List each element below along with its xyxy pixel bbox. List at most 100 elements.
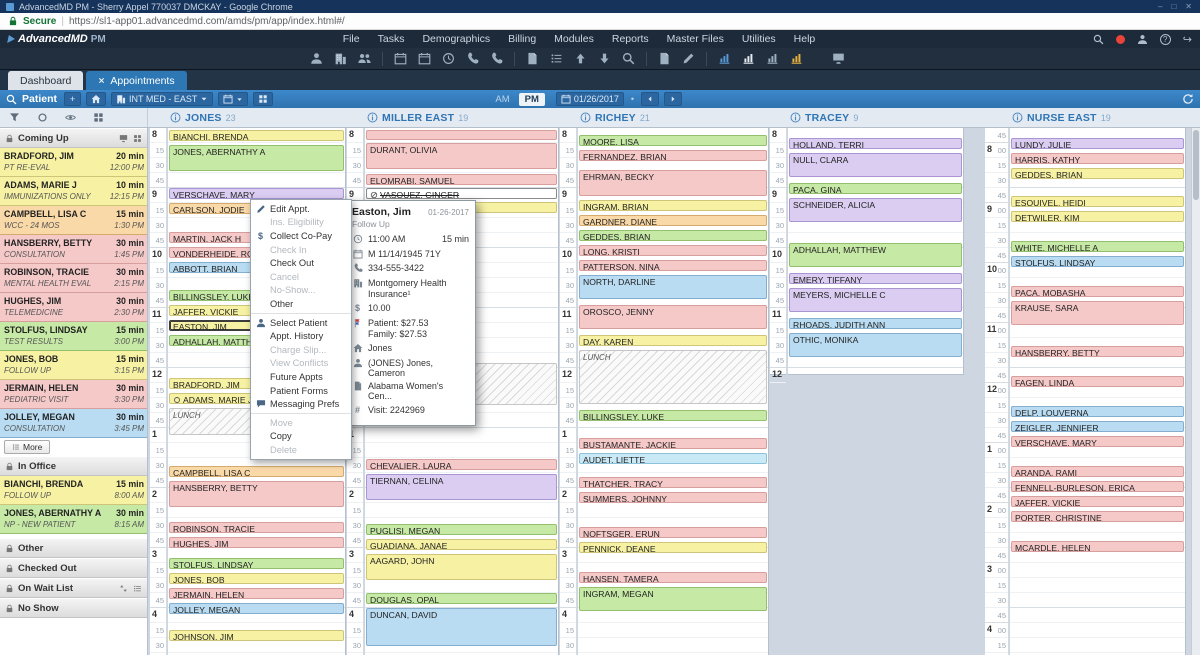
window-close-button[interactable]: ✕ [1185,2,1192,11]
context-menu-select-patient[interactable]: Select Patient [251,316,351,330]
context-menu-charge-slip[interactable]: Charge Slip... [251,343,351,357]
appointment-block[interactable]: STOLFUS, LINDSAY [1011,256,1184,267]
appointment-block[interactable]: HUGHES, JIM [169,537,344,548]
appointment-block[interactable]: JOLLEY, MEGAN [169,603,344,614]
toolbar-day-calendar-icon[interactable] [418,52,431,65]
appointment-block[interactable]: AUDET, LIETTE [579,453,767,464]
sidebar-appointment[interactable]: JOLLEY, MEGAN30 minCONSULTATION3:45 PM [0,409,147,438]
sidebar-appointment[interactable]: CAMPBELL, LISA C15 minWCC - 24 MOS1:30 P… [0,206,147,235]
sidebar-appointment[interactable]: HANSBERRY, BETTY30 minCONSULTATION1:45 P… [0,235,147,264]
window-maximize-button[interactable]: □ [1171,2,1176,11]
logout-icon[interactable]: ↪ [1183,33,1192,46]
appointment-block[interactable]: CHEVALIER, LAURA [366,459,557,470]
appointment-block[interactable]: PATTERSON, NINA [579,260,767,271]
context-menu-no-show[interactable]: No-Show... [251,284,351,298]
notification-badge-icon[interactable] [1116,35,1125,44]
appointment-block[interactable]: VERSCHAVE, MARY [1011,436,1184,447]
appointment-block[interactable]: FERNANDEZ, BRIAN [579,150,767,161]
patient-search-icon[interactable] [6,94,17,105]
appointment-block[interactable]: PACA, GINA [789,183,962,194]
sidebar-section-on-wait-list[interactable]: On Wait List [0,578,147,598]
view-options-button[interactable] [218,92,248,106]
appointment-block[interactable]: INGRAM, MEGAN [579,587,767,611]
context-menu-appt-history[interactable]: Appt. History [251,329,351,343]
vertical-scrollbar[interactable] [1191,128,1200,655]
menu-tasks[interactable]: Tasks [376,32,407,46]
pm-toggle[interactable]: PM [519,93,545,106]
toolbar-move-down-icon[interactable] [598,52,611,65]
appointment-block[interactable]: GUADIANA, JANAE [366,539,557,550]
refresh-button[interactable] [1182,93,1194,105]
user-icon[interactable] [1137,34,1148,45]
menu-utilities[interactable]: Utilities [740,32,778,46]
scrollbar-thumb[interactable] [1193,130,1199,200]
column-header-jones[interactable]: JONES23 [170,108,236,127]
appointment-block[interactable]: PUGLISI, MEGAN [366,524,557,535]
sidebar-appointment[interactable]: STOLFUS, LINDSAY15 minTEST RESULTS3:00 P… [0,322,147,351]
appointment-block[interactable]: LONG, KRISTI [579,245,767,256]
sidebar-section-checked-out[interactable]: Checked Out [0,558,147,578]
context-menu-messaging-prefs[interactable]: Messaging Prefs [251,397,351,411]
toolbar-superbill-icon[interactable] [526,52,539,65]
toolbar-patient-icon[interactable] [310,52,323,65]
appointment-block[interactable]: PACA, MOBASHA [1011,286,1184,297]
toolbar-reports-gray-icon[interactable] [766,52,779,65]
menu-modules[interactable]: Modules [552,32,596,46]
toolbar-patient-clock-icon[interactable] [442,52,455,65]
menu-master-files[interactable]: Master Files [665,32,726,46]
view-selector-dropdown[interactable]: INT MED - EAST [111,92,213,106]
appointment-block[interactable]: OTHIC, MONIKA [789,333,962,357]
appointment-block[interactable]: EHRMAN, BECKY [579,170,767,196]
column-header-richey[interactable]: RICHEY21 [580,108,650,127]
context-menu-future-appts[interactable]: Future Appts [251,370,351,384]
appointment-block[interactable]: PORTER, CHRISTINE [1011,511,1184,522]
appointment-block[interactable]: ROBINSON, TRACIE [169,522,344,533]
appointment-block[interactable]: AAGARD, JOHN [366,554,557,580]
appointment-block[interactable]: MOORE, LISA [579,135,767,146]
sidebar-appointment[interactable]: ADAMS, MARIE J10 minIMMUNIZATIONS ONLY12… [0,177,147,206]
toolbar-patient-phone-icon[interactable] [466,52,479,65]
am-toggle[interactable]: AM [491,93,513,106]
appointment-block[interactable]: HANSBERRY, BETTY [1011,346,1184,357]
context-menu-copy[interactable]: Copy [251,430,351,444]
appointment-block[interactable]: KRAUSE, SARA [1011,301,1184,325]
appointment-block[interactable]: NORTH, DARLINE [579,275,767,299]
appointment-block[interactable]: BILLINGSLEY, LUKE [579,410,767,421]
sidebar-section-other[interactable]: Other [0,538,147,558]
appointment-block[interactable]: ESQUIVEL, HEIDI [1011,196,1184,207]
appointment-block[interactable]: DURANT, OLIVIA [366,143,557,169]
appointment-block[interactable]: MEYERS, MICHELLE C [789,288,962,312]
toolbar-reports-gold-icon[interactable] [790,52,803,65]
appointment-block[interactable]: TIERNAN, CELINA [366,474,557,500]
tab-appointments[interactable]: Appointments [86,71,186,90]
context-menu-delete[interactable]: Delete [251,443,351,457]
appointment-block[interactable]: SCHNEIDER, ALICIA [789,198,962,222]
patient-search-label[interactable]: Patient [22,93,57,105]
appointment-block[interactable]: NOFTSGER, ERUN [579,527,767,538]
blocked-time-slot[interactable]: LUNCH [579,350,767,404]
sidebar-appointment[interactable]: JERMAIN, HELEN30 minPEDIATRIC VISIT3:30 … [0,380,147,409]
appointment-block[interactable]: GEDDES, BRIAN [579,230,767,241]
more-button[interactable]: More [4,440,50,454]
help-icon[interactable]: ? [1160,34,1171,45]
appointment-block[interactable]: JONES, BOB [169,573,344,584]
toolbar-reports-blue-icon[interactable] [718,52,731,65]
column-header-nurse-east[interactable]: NURSE EAST19 [1012,108,1111,127]
previous-day-button[interactable] [641,92,659,106]
appointment-block[interactable]: SUMMERS, JOHNNY [579,492,767,503]
appointment-block[interactable]: JAFFER, VICKIE [1011,496,1184,507]
appointment-block[interactable]: BIANCHI, BRENDA [169,130,344,141]
menu-file[interactable]: File [341,32,362,46]
menu-help[interactable]: Help [792,32,818,46]
appointment-block[interactable]: DELP, LOUVERNA [1011,406,1184,417]
sidebar-appointment[interactable]: ROBINSON, TRACIE30 minMENTAL HEALTH EVAL… [0,264,147,293]
appointment-block[interactable]: STOLFUS, LINDSAY [169,558,344,569]
date-picker-button[interactable]: 01/26/2017 [556,92,624,106]
next-day-button[interactable] [664,92,682,106]
appointment-block[interactable]: JERMAIN, HELEN [169,588,344,599]
appointment-block[interactable]: LUNDY, JULIE [1011,138,1184,149]
filter-funnel-icon[interactable] [9,112,20,123]
toolbar-reports-white-icon[interactable] [742,52,755,65]
sidebar-appointment[interactable]: HUGHES, JIM30 minTELEMEDICINE2:30 PM [0,293,147,322]
column-header-miller-east[interactable]: MILLER EAST19 [367,108,468,127]
